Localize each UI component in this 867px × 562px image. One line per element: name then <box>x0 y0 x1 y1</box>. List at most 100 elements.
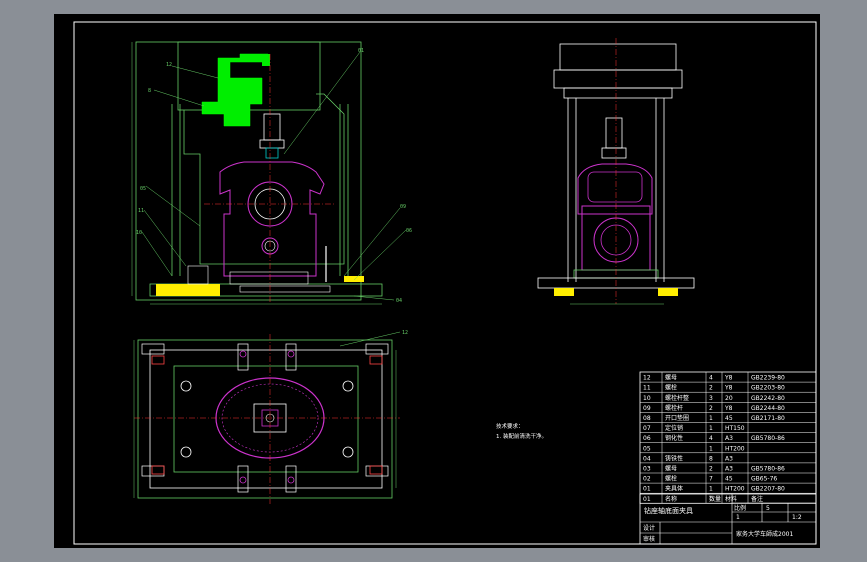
scale-label: 比例 <box>734 504 746 512</box>
parts-list-row: 05 1 HT200 <box>643 445 745 452</box>
callout-label: 01 <box>358 48 364 54</box>
parts-cell-material: HT200 <box>725 445 745 452</box>
drawing-frame <box>73 21 817 545</box>
parts-cell-name: 螺母 <box>665 465 677 473</box>
parts-cell-standard: GB2244-80 <box>751 405 785 412</box>
parts-cell-material: A3 <box>725 455 733 462</box>
parts-cell-name: 螺母 <box>665 374 677 382</box>
parts-cell-no: 10 <box>643 395 651 402</box>
parts-cell-name: 开口垫圈 <box>665 414 689 422</box>
parts-cell-no: 05 <box>643 445 651 452</box>
parts-list-row: 08 开口垫圈 1 45 GB2171-80 <box>643 414 785 422</box>
parts-cell-qty: 1 <box>709 486 713 493</box>
front-view-callouts: 12 8 01 05 11 10 09 06 04 <box>136 48 412 304</box>
parts-cell-standard: GB2239-80 <box>751 375 785 382</box>
parts-cell-material: Y8 <box>724 375 733 382</box>
parts-cell-standard: GB65-76 <box>751 476 777 483</box>
parts-cell-standard: GB5780-86 <box>751 435 785 442</box>
parts-list-row: 07 定位销 1 HT150 <box>643 424 745 432</box>
parts-cell-qty: 数量 <box>709 495 721 503</box>
parts-cell-material: HT200 <box>725 486 745 493</box>
sheet-number: 1 <box>736 514 740 521</box>
parts-cell-no: 04 <box>643 455 651 462</box>
callout-label: 11 <box>138 208 144 214</box>
parts-cell-name: 定位销 <box>665 424 683 432</box>
parts-cell-standard: GB2242-80 <box>751 395 785 402</box>
parts-cell-name: 螺栓杆整 <box>665 394 689 402</box>
parts-cell-material: HT150 <box>725 425 745 432</box>
callout-label: 09 <box>400 204 406 210</box>
scale-value: 1:2 <box>792 514 802 521</box>
parts-cell-no: 07 <box>643 425 651 432</box>
parts-cell-no: 11 <box>643 385 651 392</box>
parts-cell-material: 45 <box>725 476 733 483</box>
sheet-count: 5 <box>766 505 770 512</box>
parts-cell-no: 03 <box>643 466 651 473</box>
parts-cell-standard: 备注 <box>751 495 763 503</box>
callout-label: 06 <box>406 228 412 234</box>
parts-cell-standard: GB2171-80 <box>751 415 785 422</box>
parts-list-row: 01 夹具体 1 HT200 GB2207-80 <box>643 485 785 493</box>
parts-cell-qty: 1 <box>709 445 713 452</box>
parts-cell-material: Y8 <box>724 405 733 412</box>
parts-cell-qty: 1 <box>709 425 713 432</box>
parts-cell-qty: 8 <box>709 455 713 462</box>
parts-list-row: 11 螺栓 2 Y8 GB2203-80 <box>643 384 785 392</box>
parts-cell-material: A3 <box>725 466 733 473</box>
cad-drawing: 12 8 01 05 11 10 09 06 04 12 技术要求： 1. 装配… <box>73 21 817 545</box>
school-name: 家务大学车師成2001 <box>736 530 793 538</box>
parts-cell-no: 12 <box>643 375 651 382</box>
callout-label: 12 <box>402 330 408 336</box>
parts-cell-qty: 3 <box>709 395 713 402</box>
notes-line: 1. 装配前清洗干净。 <box>496 432 547 440</box>
callout-label: 8 <box>148 88 151 94</box>
parts-cell-qty: 1 <box>709 415 713 422</box>
parts-cell-qty: 2 <box>709 405 713 412</box>
parts-cell-no: 09 <box>643 405 651 412</box>
parts-cell-material: Y8 <box>724 385 733 392</box>
parts-list-row: 02 螺栓 7 45 GB65-76 <box>643 475 777 483</box>
parts-list-table: 12 螺母 4 Y8 GB2239-8011 螺栓 2 Y8 GB2203-8010 螺栓杆整 3 2… <box>639 371 817 504</box>
parts-cell-material: 20 <box>725 395 733 402</box>
parts-cell-standard: GB5780-86 <box>751 466 785 473</box>
parts-cell-name: 铸铁性 <box>665 454 683 462</box>
parts-cell-no: 08 <box>643 415 651 422</box>
parts-cell-material: A3 <box>725 435 733 442</box>
parts-cell-material: 材料 <box>725 495 737 503</box>
parts-list-row: 04 铸铁性 8 A3 <box>643 454 733 462</box>
callout-label: 12 <box>166 62 172 68</box>
parts-cell-qty: 2 <box>709 385 713 392</box>
parts-cell-name: 名称 <box>665 495 677 503</box>
parts-list-row: 09 螺栓杆 2 Y8 GB2244-80 <box>643 404 785 412</box>
parts-cell-qty: 4 <box>709 375 713 382</box>
parts-cell-no: 01 <box>643 486 651 493</box>
parts-cell-qty: 2 <box>709 466 713 473</box>
parts-list-header: 01 名称 数量 材料 备注 <box>643 495 763 503</box>
parts-list-row: 03 螺母 2 A3 GB5780-86 <box>643 465 785 473</box>
callout-label: 04 <box>396 298 402 304</box>
callout-label: 05 <box>140 186 146 192</box>
notes-heading: 技术要求： <box>496 422 524 430</box>
drawing-title: 钻座轴底面夹具 <box>644 506 693 515</box>
designer-label: 设计 <box>643 524 655 532</box>
side-view <box>537 38 695 305</box>
parts-cell-name: 螺栓 <box>665 384 677 392</box>
parts-cell-no: 02 <box>643 476 651 483</box>
parts-cell-no: 06 <box>643 435 651 442</box>
front-view <box>131 41 407 305</box>
parts-list-row: 12 螺母 4 Y8 GB2239-80 <box>643 374 785 382</box>
parts-cell-material: 45 <box>725 415 733 422</box>
parts-list-row: 10 螺栓杆整 3 20 GB2242-80 <box>643 394 785 402</box>
parts-cell-qty: 4 <box>709 435 713 442</box>
parts-cell-name: 钢化性 <box>665 434 683 442</box>
drawing-sheet: 12 8 01 05 11 10 09 06 04 12 技术要求： 1. 装配… <box>54 14 820 548</box>
technical-notes: 技术要求： 1. 装配前清洗干净。 <box>496 422 547 440</box>
callout-label: 10 <box>136 230 142 236</box>
parts-cell-no: 01 <box>643 496 651 503</box>
parts-cell-name: 夹具体 <box>665 485 683 493</box>
checker-label: 审核 <box>643 535 655 543</box>
parts-cell-name: 螺栓杆 <box>665 404 683 412</box>
parts-list-row: 06 钢化性 4 A3 GB5780-86 <box>643 434 785 442</box>
parts-cell-standard: GB2207-80 <box>751 486 785 493</box>
parts-cell-name: 螺栓 <box>665 475 677 483</box>
